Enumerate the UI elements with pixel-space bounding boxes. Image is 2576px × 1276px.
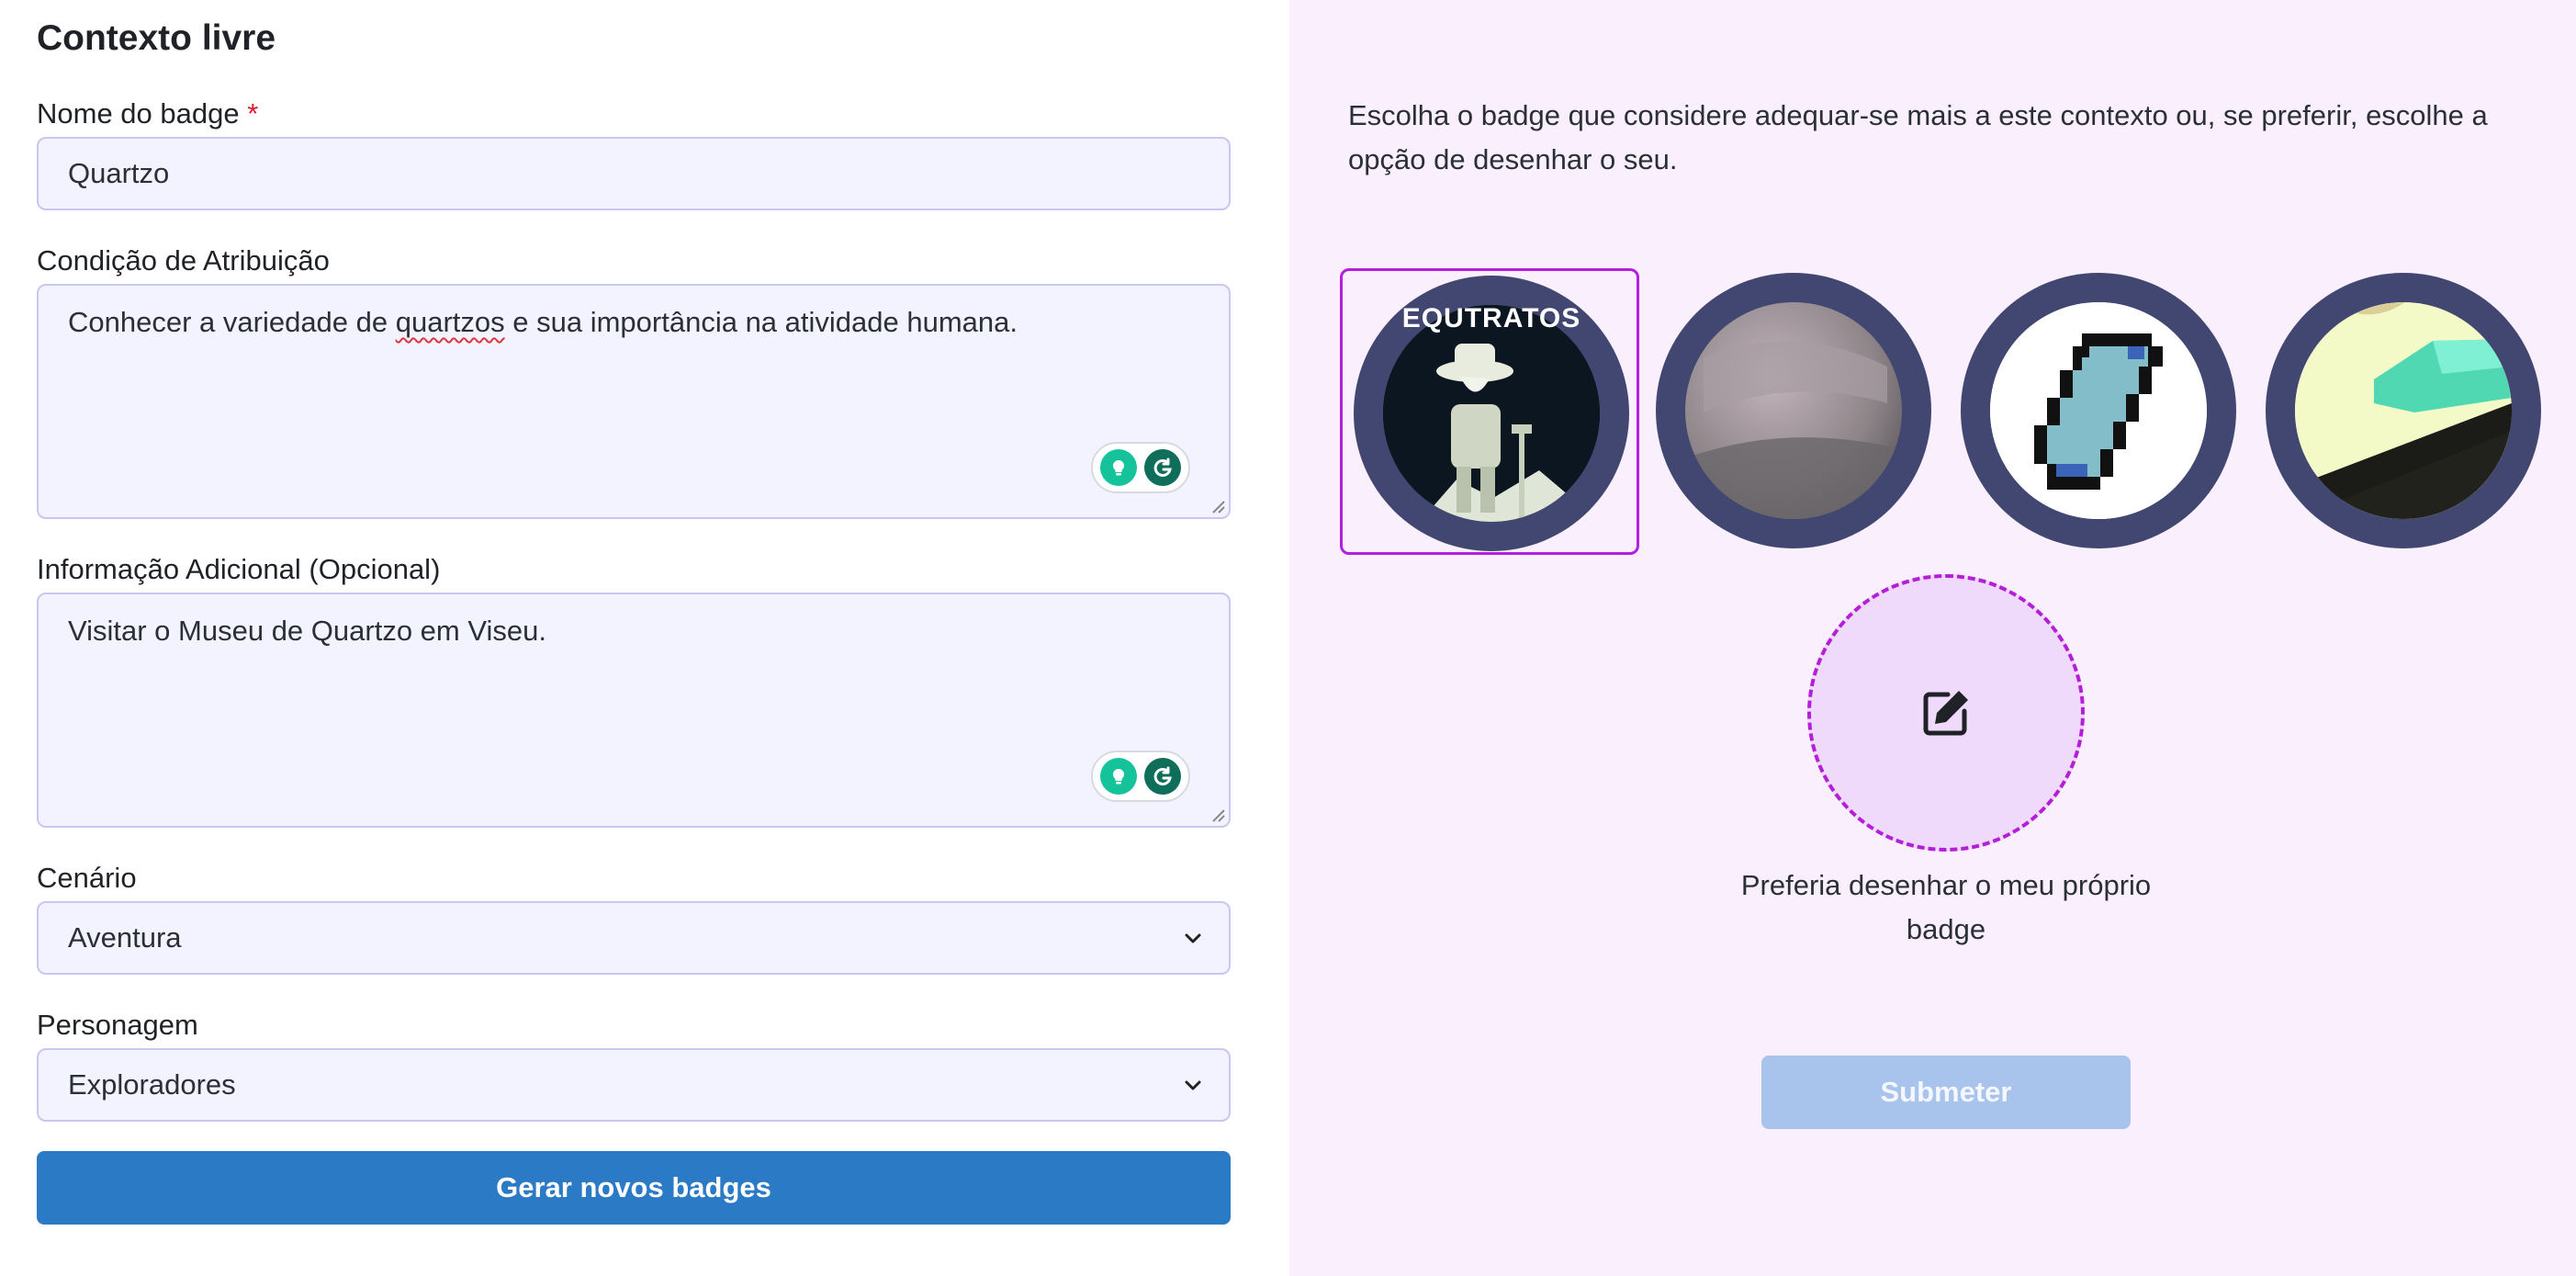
- badge-ring: [1656, 273, 1931, 548]
- badge-option-grey-stone[interactable]: [1645, 268, 1944, 555]
- condition-text-start: Conhecer a variedade de: [68, 306, 396, 338]
- badge-ring: [1961, 273, 2236, 548]
- resize-handle-icon[interactable]: [1209, 806, 1225, 822]
- badge-name-input[interactable]: Quartzo: [37, 137, 1231, 210]
- badge-ring: [2266, 273, 2541, 548]
- chevron-down-icon: [1185, 1080, 1201, 1090]
- submit-button[interactable]: Submeter: [1761, 1056, 2131, 1129]
- character-value: Exploradores: [68, 1068, 236, 1101]
- resize-handle-icon[interactable]: [1209, 497, 1225, 514]
- draw-own-badge-label: Preferia desenhar o meu próprio badge: [1740, 869, 2152, 945]
- edit-square-icon: [1923, 691, 1968, 736]
- extra-info-label: Informação Adicional (Opcional): [37, 553, 441, 585]
- grammarly-icon[interactable]: [1144, 758, 1181, 795]
- grey-stone-badge-image: [1685, 302, 1902, 519]
- badge-name-label-text: Nome do badge: [37, 97, 240, 130]
- badge-option-green-crystal[interactable]: [2255, 268, 2554, 555]
- condition-label: Condição de Atribuição: [37, 244, 330, 277]
- misspelled-word: quartzos: [395, 306, 505, 338]
- scenario-select[interactable]: Aventura: [37, 901, 1231, 975]
- lightbulb-icon[interactable]: [1100, 758, 1137, 795]
- badge-chooser-panel: Escolha o badge que considere adequar-se…: [1289, 0, 2576, 1276]
- condition-text-end: e sua importância na atividade humana.: [504, 306, 1018, 338]
- grammarly-widget[interactable]: [1091, 751, 1190, 802]
- scenario-label: Cenário: [37, 862, 137, 894]
- badge-option-pixel-crystal[interactable]: [1950, 268, 2249, 555]
- grammarly-widget[interactable]: [1091, 442, 1190, 493]
- badge-instructions: Escolha o badge que considere adequar-se…: [1348, 99, 2488, 175]
- pixel-crystal-badge-image: [1990, 302, 2207, 519]
- generate-badges-button[interactable]: Gerar novos badges: [37, 1151, 1231, 1225]
- badge-form-panel: Contexto livre Nome do badge * Quartzo C…: [0, 0, 1289, 1276]
- lightbulb-icon[interactable]: [1100, 449, 1137, 486]
- grammarly-icon[interactable]: [1144, 449, 1181, 486]
- badge-name-value: Quartzo: [68, 157, 170, 189]
- condition-textarea[interactable]: Conhecer a variedade de quartzos e sua i…: [37, 284, 1231, 519]
- explorer-badge-text: EQUTRATOS: [1401, 303, 1581, 333]
- explorer-badge-image: [1383, 305, 1600, 522]
- character-label: Personagem: [37, 1009, 198, 1041]
- draw-own-badge-button[interactable]: [1807, 574, 2085, 852]
- character-select[interactable]: Exploradores: [37, 1048, 1231, 1122]
- badge-ring: EQUTRATOS: [1354, 276, 1629, 551]
- scenario-value: Aventura: [68, 921, 182, 954]
- badge-option-explorer[interactable]: EQUTRATOS: [1340, 268, 1639, 555]
- green-crystal-badge-image: [2295, 302, 2512, 519]
- required-asterisk: *: [247, 97, 259, 130]
- extra-info-textarea[interactable]: Visitar o Museu de Quartzo em Viseu.: [37, 593, 1231, 828]
- extra-info-value: Visitar o Museu de Quartzo em Viseu.: [68, 615, 546, 647]
- badge-name-label: Nome do badge *: [37, 97, 258, 130]
- form-title: Contexto livre: [37, 18, 276, 58]
- chevron-down-icon: [1185, 933, 1201, 943]
